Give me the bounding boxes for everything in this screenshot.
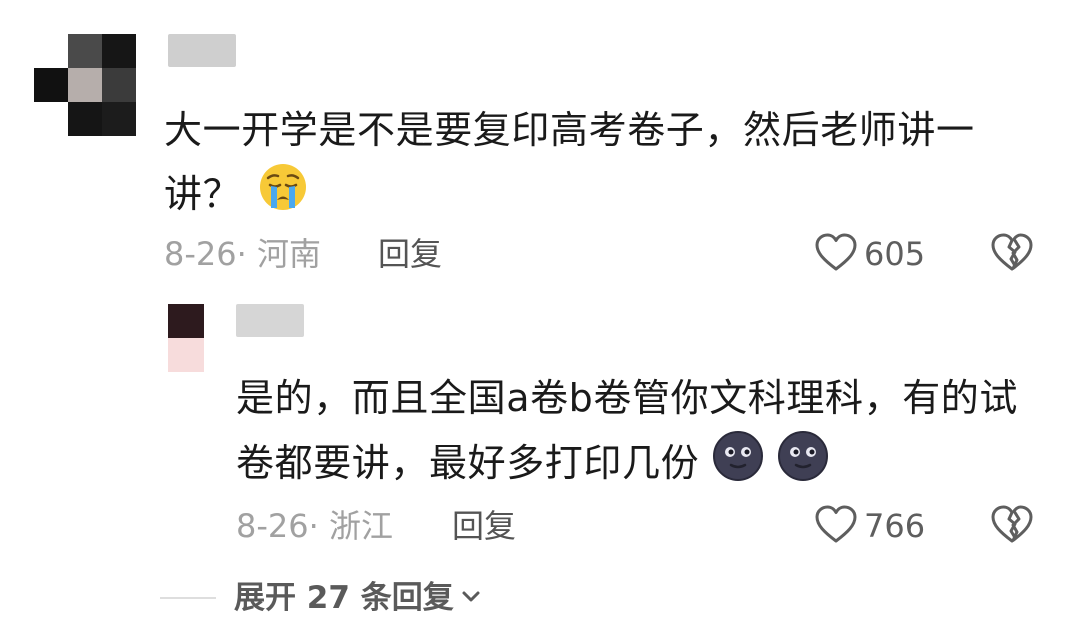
- loudly-crying-face-icon: [258, 162, 308, 231]
- comment-text-line-2: 讲？: [164, 162, 308, 231]
- expand-replies-label: 展开 27 条回复: [234, 580, 454, 616]
- reply-avatar[interactable]: [168, 304, 204, 372]
- comment-text-line-2-text: 讲？: [164, 172, 242, 216]
- reply-text-line-1: 是的，而且全国a卷b卷管你文科理科，有的试: [236, 376, 1019, 420]
- reply-text-line-2-text: 卷都要讲，最好多打印几份: [236, 441, 700, 485]
- new-moon-face-icon: [712, 430, 764, 501]
- comment-text-line-1: 大一开学是不是要复印高考卷子，然后老师讲一: [164, 108, 975, 152]
- heart-icon: [814, 504, 858, 548]
- reply-like-count: 766: [864, 507, 926, 545]
- dislike-button[interactable]: [990, 232, 1034, 276]
- chevron-down-icon: [460, 585, 482, 611]
- reply-username[interactable]: [236, 304, 304, 337]
- heart-icon: [814, 232, 858, 276]
- broken-heart-icon: [990, 505, 1034, 548]
- comment-meta: 8-26· 河南: [164, 234, 321, 274]
- expand-replies-button[interactable]: 展开 27 条回复: [160, 578, 482, 618]
- reply-text-line-2: 卷都要讲，最好多打印几份: [236, 430, 829, 501]
- comment-location: · 河南: [236, 235, 321, 273]
- divider: [160, 597, 216, 599]
- avatar[interactable]: [34, 34, 136, 136]
- broken-heart-icon: [990, 233, 1034, 276]
- reply-reply-button[interactable]: 回复: [452, 506, 516, 546]
- new-moon-face-icon: [777, 430, 829, 501]
- reply-like-button[interactable]: 766: [814, 504, 925, 548]
- reply-location: · 浙江: [308, 507, 393, 545]
- comment-date: 8-26: [164, 235, 237, 273]
- username[interactable]: [168, 34, 236, 67]
- reply-dislike-button[interactable]: [990, 504, 1034, 548]
- reply-date: 8-26: [236, 507, 309, 545]
- like-button[interactable]: 605: [814, 232, 925, 276]
- reply-button[interactable]: 回复: [378, 234, 442, 274]
- reply-meta: 8-26· 浙江: [236, 506, 393, 546]
- like-count: 605: [864, 235, 926, 273]
